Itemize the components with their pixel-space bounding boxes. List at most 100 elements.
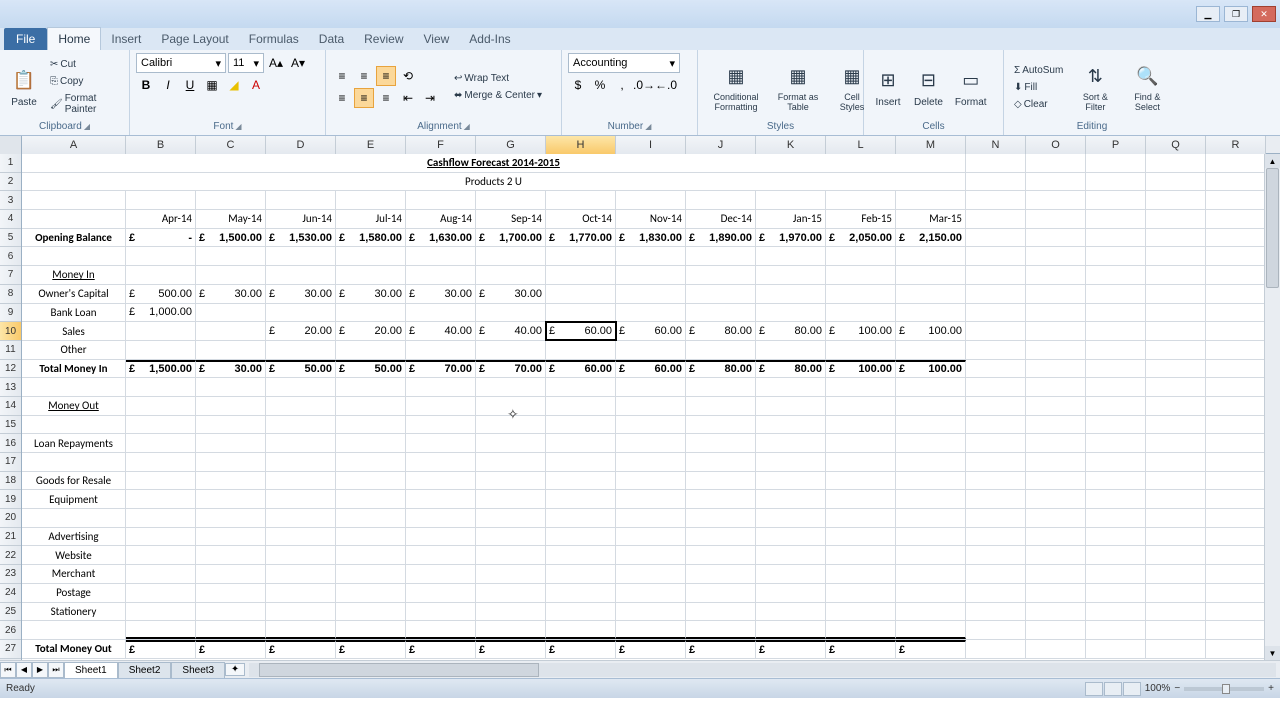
cell-L12[interactable]: £100.00 [826,360,896,378]
cell-E8[interactable]: £30.00 [336,285,406,303]
cell-K7[interactable] [756,266,826,284]
sheet-nav-prev[interactable]: ◀ [16,662,32,678]
cell-C25[interactable] [196,603,266,621]
cell-F5[interactable]: £1,630.00 [406,229,476,247]
cell-L21[interactable] [826,528,896,546]
cell-H22[interactable] [546,546,616,564]
cell-I4[interactable]: Nov-14 [616,210,686,228]
cell-A8[interactable]: Owner's Capital [22,285,126,303]
cell-R12[interactable] [1206,360,1266,378]
cell-Q24[interactable] [1146,584,1206,602]
cell-D12[interactable]: £50.00 [266,360,336,378]
row-header-12[interactable]: 12 [0,360,21,379]
cell-Q18[interactable] [1146,472,1206,490]
cell-Q26[interactable] [1146,621,1206,639]
cell-A19[interactable]: Equipment [22,490,126,508]
column-header-N[interactable]: N [966,136,1026,154]
cell-F26[interactable] [406,621,476,639]
cell-Q20[interactable] [1146,509,1206,527]
cell-B9[interactable]: £1,000.00 [126,304,196,322]
cell-A22[interactable]: Website [22,546,126,564]
cell-P19[interactable] [1086,490,1146,508]
cell-N23[interactable] [966,565,1026,583]
cell-K27[interactable]: £ [756,640,826,658]
cell-Q16[interactable] [1146,434,1206,452]
cell-K24[interactable] [756,584,826,602]
cell-G3[interactable] [476,191,546,209]
font-launcher[interactable]: ◢ [235,122,241,131]
cell-G7[interactable] [476,266,546,284]
cell-N6[interactable] [966,247,1026,265]
cell-H7[interactable] [546,266,616,284]
row-header-15[interactable]: 15 [0,416,21,435]
cell-I11[interactable] [616,341,686,359]
cell-E14[interactable] [336,397,406,415]
align-left-button[interactable]: ≡ [332,88,352,108]
conditional-formatting-button[interactable]: ▦Conditional Formatting [704,60,768,114]
cell-O19[interactable] [1026,490,1086,508]
clear-button[interactable]: ◇Clear [1010,97,1067,112]
cell-L3[interactable] [826,191,896,209]
cell-D25[interactable] [266,603,336,621]
cell-N10[interactable] [966,322,1026,340]
cell-D4[interactable]: Jun-14 [266,210,336,228]
cell-L16[interactable] [826,434,896,452]
cell-Q5[interactable] [1146,229,1206,247]
cell-I27[interactable]: £ [616,640,686,658]
cell-J11[interactable] [686,341,756,359]
cell-C7[interactable] [196,266,266,284]
cell-P14[interactable] [1086,397,1146,415]
row-header-9[interactable]: 9 [0,304,21,323]
cell-D26[interactable] [266,621,336,639]
column-header-E[interactable]: E [336,136,406,154]
cell-F12[interactable]: £70.00 [406,360,476,378]
cell-Q22[interactable] [1146,546,1206,564]
cell-B5[interactable]: £- [126,229,196,247]
cell-G5[interactable]: £1,700.00 [476,229,546,247]
cell-E10[interactable]: £20.00 [336,322,406,340]
page-layout-view-button[interactable] [1104,682,1122,696]
cell-P26[interactable] [1086,621,1146,639]
cell-H17[interactable] [546,453,616,471]
cell-M27[interactable]: £ [896,640,966,658]
vertical-scrollbar[interactable]: ▲ ▼ [1264,154,1280,660]
increase-decimal-button[interactable]: .0→ [634,75,654,95]
cell-I5[interactable]: £1,830.00 [616,229,686,247]
scroll-thumb[interactable] [1266,168,1279,288]
cell-J7[interactable] [686,266,756,284]
cell-O13[interactable] [1026,378,1086,396]
cell-A4[interactable] [22,210,126,228]
minimize-button[interactable]: ▁ [1196,6,1220,22]
tab-home[interactable]: Home [47,27,101,50]
cell-J8[interactable] [686,285,756,303]
column-header-A[interactable]: A [22,136,126,154]
cell-L23[interactable] [826,565,896,583]
cell-L17[interactable] [826,453,896,471]
cell-C18[interactable] [196,472,266,490]
cell-C12[interactable]: £30.00 [196,360,266,378]
align-top-button[interactable]: ≡ [332,66,352,86]
cell-B24[interactable] [126,584,196,602]
cell-A18[interactable]: Goods for Resale [22,472,126,490]
cell-G24[interactable] [476,584,546,602]
cell-M25[interactable] [896,603,966,621]
cell-C11[interactable] [196,341,266,359]
cell-D9[interactable] [266,304,336,322]
cell-G8[interactable]: £30.00 [476,285,546,303]
row-header-7[interactable]: 7 [0,266,21,285]
percent-button[interactable]: % [590,75,610,95]
cell-P20[interactable] [1086,509,1146,527]
cell-N9[interactable] [966,304,1026,322]
cell-C24[interactable] [196,584,266,602]
alignment-launcher[interactable]: ◢ [464,122,470,131]
cell-G21[interactable] [476,528,546,546]
cell-P5[interactable] [1086,229,1146,247]
row-header-14[interactable]: 14 [0,397,21,416]
cell-J4[interactable]: Dec-14 [686,210,756,228]
cell-G12[interactable]: £70.00 [476,360,546,378]
cell-E15[interactable] [336,416,406,434]
cell-A23[interactable]: Merchant [22,565,126,583]
cell-L15[interactable] [826,416,896,434]
cell-K23[interactable] [756,565,826,583]
row-header-13[interactable]: 13 [0,378,21,397]
